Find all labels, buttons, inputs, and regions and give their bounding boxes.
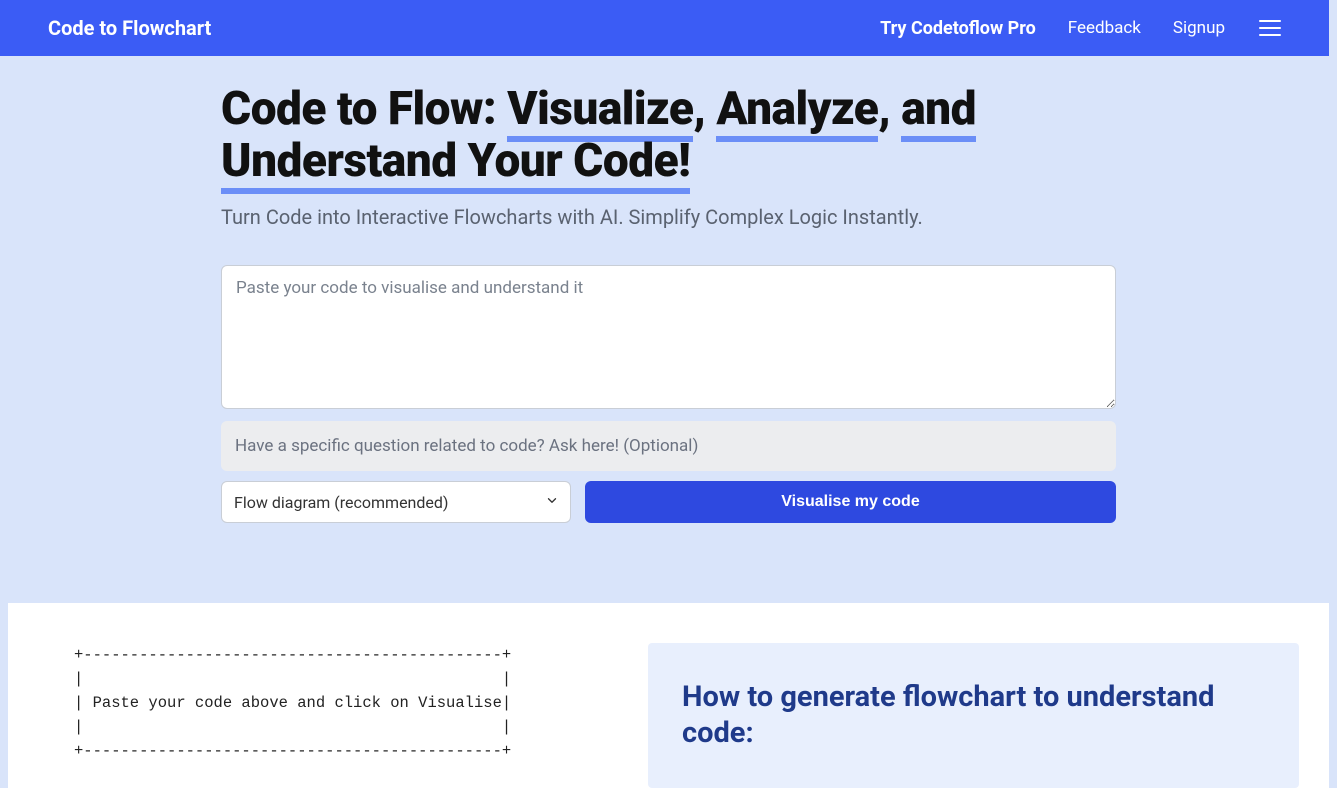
title-underline-understand: Understand Your Code! [221, 134, 690, 194]
hero-subtitle: Turn Code into Interactive Flowcharts wi… [221, 205, 1116, 229]
ascii-placeholder: +---------------------------------------… [38, 643, 628, 788]
hero-title: Code to Flow: Visualize, Analyze, and Un… [221, 84, 1116, 187]
feedback-link[interactable]: Feedback [1068, 18, 1141, 38]
code-input[interactable] [221, 265, 1116, 409]
diagram-type-select[interactable]: Flow diagram (recommended) [221, 481, 571, 523]
title-underline-analyze: Analyze [716, 82, 878, 142]
visualise-button[interactable]: Visualise my code [585, 481, 1116, 523]
lower-section: +---------------------------------------… [8, 603, 1329, 788]
question-input[interactable] [221, 421, 1116, 471]
try-pro-link[interactable]: Try Codetoflow Pro [880, 18, 1036, 39]
diagram-type-select-wrap: Flow diagram (recommended) [221, 481, 571, 523]
main-navbar: Code to Flowchart Try Codetoflow Pro Fee… [0, 0, 1329, 56]
hero-section: Code to Flow: Visualize, Analyze, and Un… [221, 56, 1116, 603]
title-prefix: Code to Flow: [221, 82, 507, 136]
hamburger-menu-icon[interactable] [1259, 20, 1281, 36]
howto-panel: How to generate flowchart to understand … [648, 643, 1299, 788]
signup-link[interactable]: Signup [1173, 18, 1225, 38]
title-underline-visualize: Visualize [507, 82, 693, 142]
controls-row: Flow diagram (recommended) Visualise my … [221, 481, 1116, 523]
howto-title: How to generate flowchart to understand … [682, 679, 1265, 752]
title-underline-and: and [901, 82, 976, 142]
brand-logo[interactable]: Code to Flowchart [48, 16, 211, 40]
